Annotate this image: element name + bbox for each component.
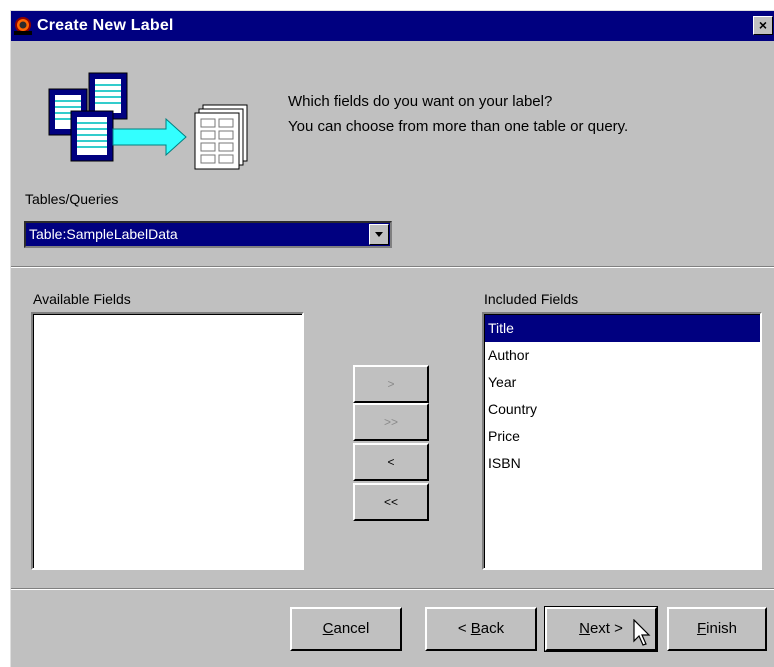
finish-label-post: inish bbox=[706, 620, 738, 637]
add-field-button[interactable]: > bbox=[353, 365, 429, 403]
tables-to-label-illustration bbox=[48, 72, 248, 170]
list-item[interactable]: Country bbox=[485, 396, 760, 423]
included-fields-items: Title Author Year Country Price ISBN bbox=[484, 314, 760, 568]
included-fields-label: Included Fields bbox=[484, 291, 579, 307]
cancel-label-key: C bbox=[322, 620, 334, 637]
tables-queries-value: Table:SampleLabelData bbox=[29, 226, 178, 242]
remove-all-fields-button[interactable]: << bbox=[353, 483, 429, 521]
mouse-cursor-icon bbox=[633, 619, 651, 646]
finish-button[interactable]: Finish bbox=[667, 607, 767, 651]
available-fields-items bbox=[33, 314, 302, 568]
list-item[interactable]: Price bbox=[485, 423, 760, 450]
instructions-line-2: You can choose from more than one table … bbox=[288, 118, 629, 135]
back-label-post: ack bbox=[480, 620, 505, 637]
included-fields-list[interactable]: Title Author Year Country Price ISBN bbox=[482, 312, 762, 570]
next-button[interactable]: Next > bbox=[544, 606, 658, 652]
available-fields-list[interactable] bbox=[31, 312, 304, 570]
close-button[interactable]: × bbox=[753, 16, 773, 35]
finish-label-key: F bbox=[696, 620, 707, 637]
divider-top bbox=[11, 266, 774, 268]
title-bar[interactable]: Create New Label × bbox=[11, 11, 774, 41]
window-title: Create New Label bbox=[37, 17, 174, 34]
list-item[interactable]: ISBN bbox=[485, 450, 760, 477]
back-label-pre: < bbox=[457, 620, 471, 637]
close-icon: × bbox=[758, 17, 768, 33]
next-label-key: N bbox=[579, 620, 590, 637]
list-item[interactable]: Title bbox=[485, 315, 760, 342]
cancel-label-post: ancel bbox=[333, 620, 370, 637]
remove-field-button[interactable]: < bbox=[353, 443, 429, 481]
list-item[interactable]: Author bbox=[485, 342, 760, 369]
divider-bottom bbox=[11, 588, 774, 590]
app-logo-icon bbox=[13, 16, 33, 36]
available-fields-label: Available Fields bbox=[33, 291, 131, 307]
tables-queries-select[interactable]: Table:SampleLabelData bbox=[24, 221, 392, 248]
cancel-button[interactable]: Cancel bbox=[290, 607, 402, 651]
tables-queries-label: Tables/Queries bbox=[25, 191, 119, 207]
instructions-line-1: Which fields do you want on your label? bbox=[288, 93, 553, 110]
create-label-dialog: Create New Label × Which fields do you w… bbox=[10, 10, 774, 667]
list-item[interactable]: Year bbox=[485, 369, 760, 396]
back-label-key: B bbox=[470, 620, 481, 637]
instructions-text: Which fields do you want on your label? … bbox=[288, 89, 628, 139]
next-label-post: ext > bbox=[589, 620, 623, 637]
back-button[interactable]: < Back bbox=[425, 607, 537, 651]
chevron-down-icon[interactable] bbox=[369, 224, 389, 245]
add-all-fields-button[interactable]: >> bbox=[353, 403, 429, 441]
